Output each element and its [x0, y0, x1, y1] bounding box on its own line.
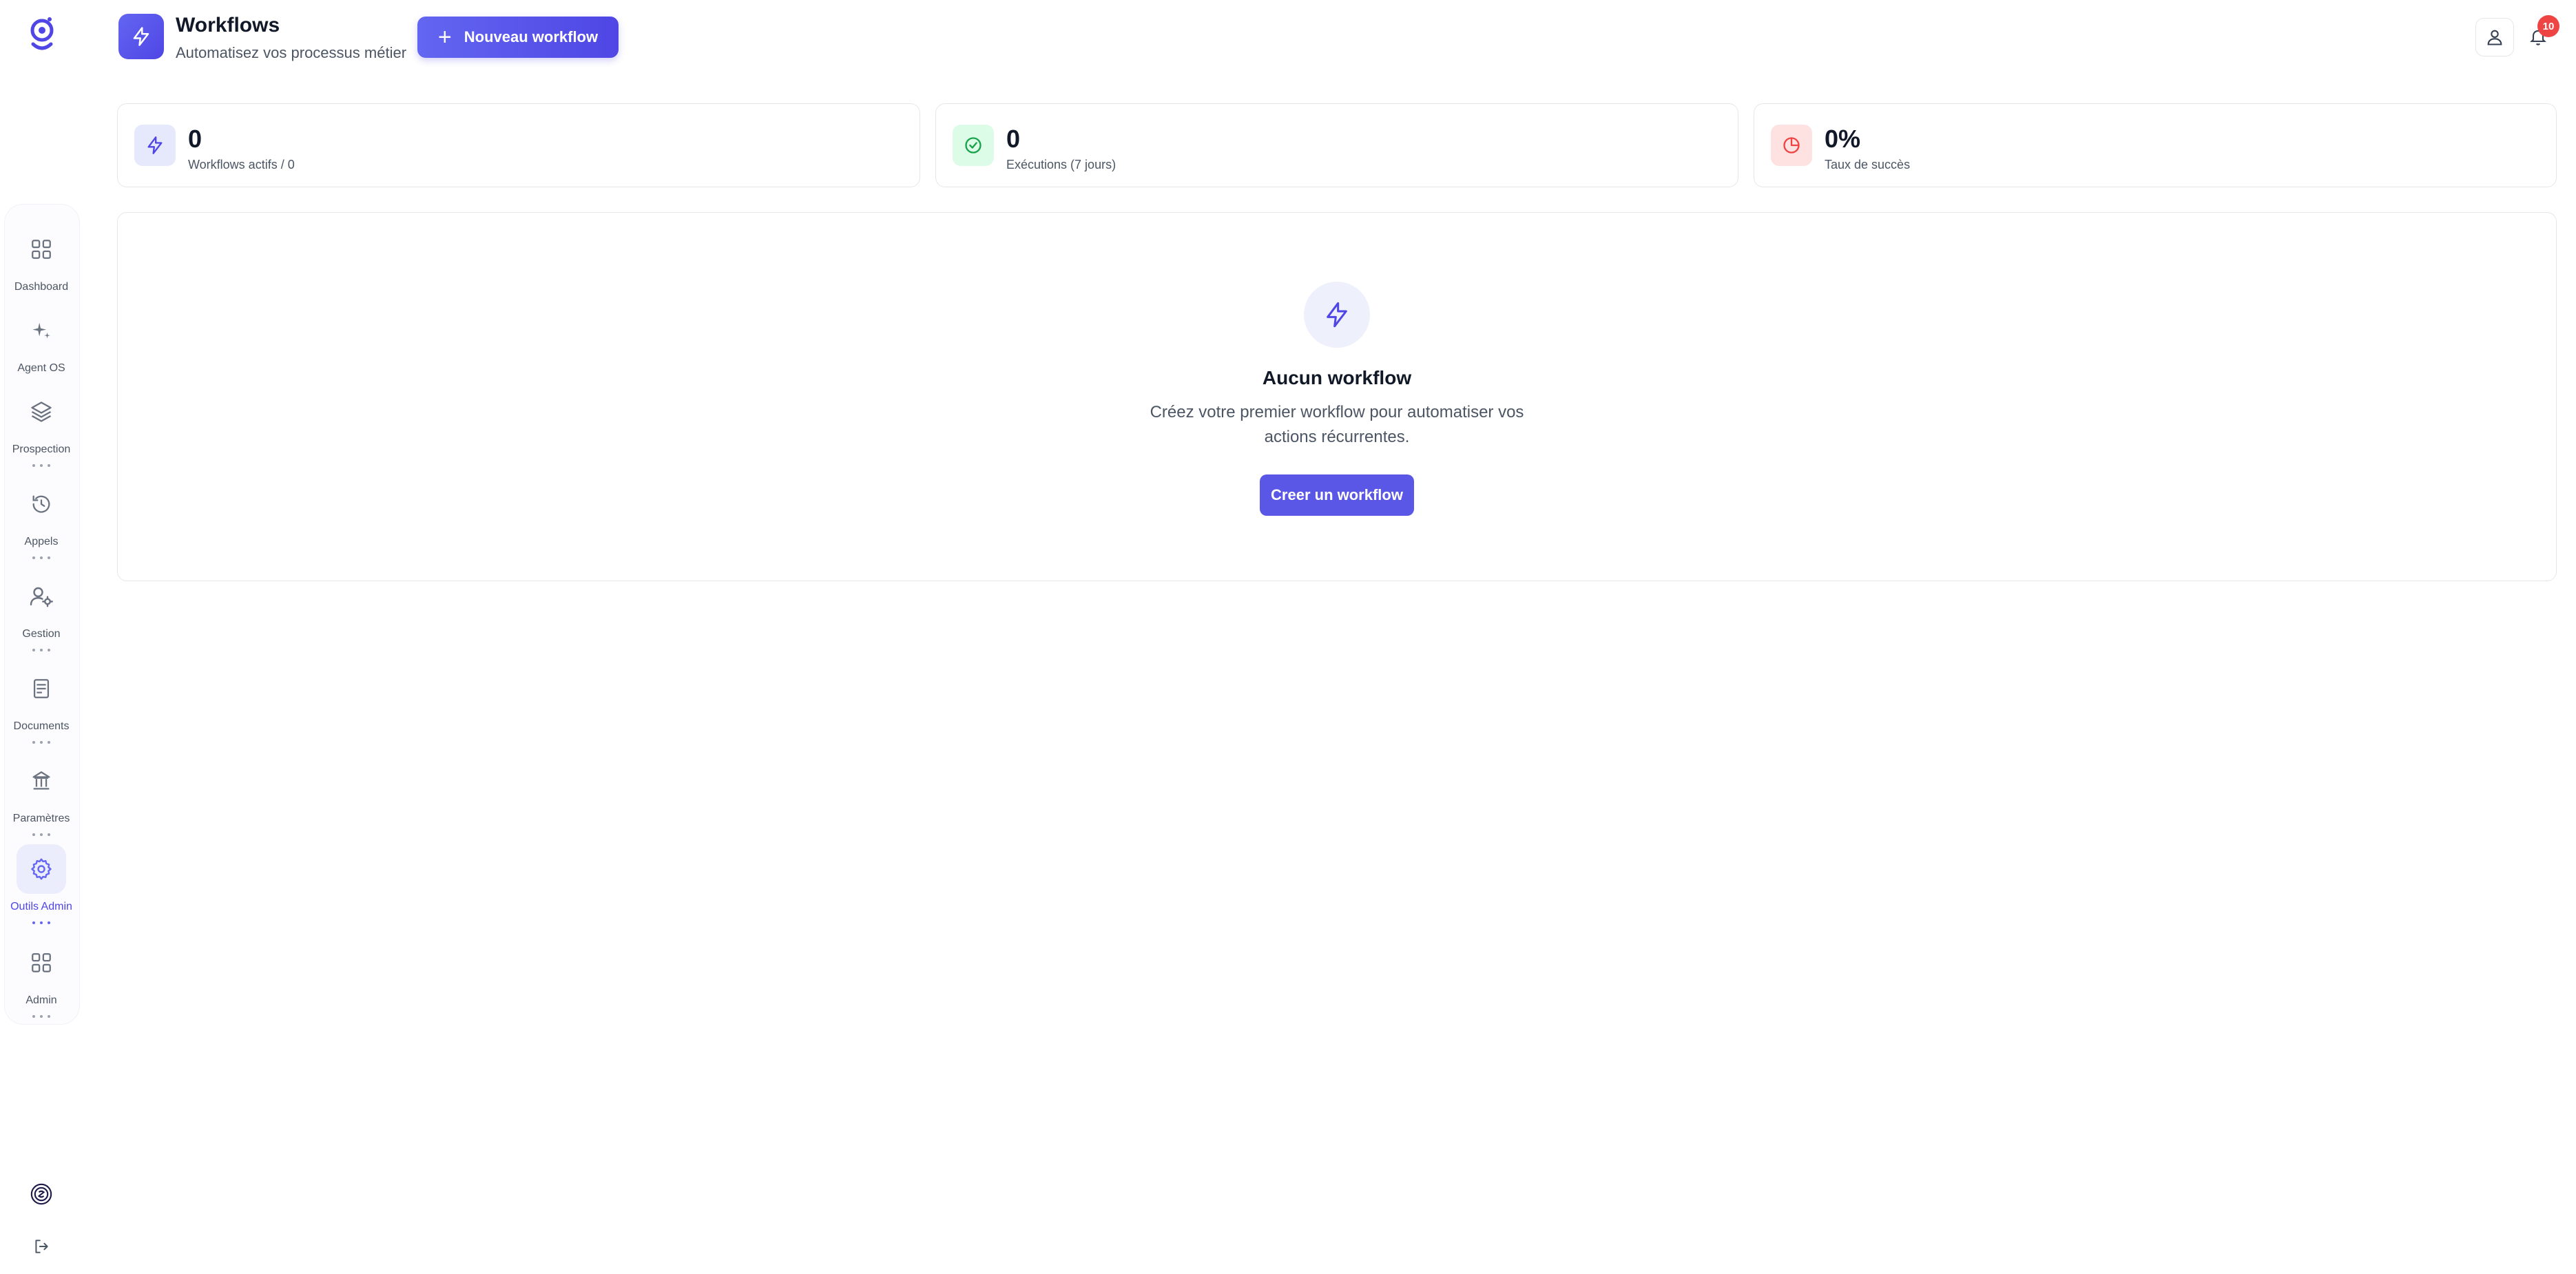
- document-icon: [17, 664, 66, 713]
- more-dots-icon: [32, 1015, 50, 1019]
- history-icon: [17, 479, 66, 529]
- stat-value: 0: [188, 125, 202, 153]
- bank-icon: [17, 756, 66, 806]
- app-logo[interactable]: [25, 14, 59, 55]
- plus-icon: +: [437, 24, 452, 50]
- sidebar-item-label: Documents: [13, 720, 70, 732]
- sidebar-item-label: Agent OS: [17, 362, 65, 374]
- notification-count-badge: 10: [2537, 15, 2559, 37]
- new-workflow-button[interactable]: + Nouveau workflow: [417, 17, 619, 58]
- sidebar-item-label: Outils Admin: [10, 901, 72, 912]
- sidebar-item-parametres[interactable]: Paramètres: [0, 756, 83, 839]
- sidebar-item-prospection[interactable]: Prospection: [0, 387, 83, 470]
- stat-label: Exécutions (7 jours): [1006, 158, 1116, 171]
- stat-label: Taux de succès: [1825, 158, 1911, 171]
- create-workflow-button[interactable]: Creer un workflow: [1260, 474, 1414, 516]
- more-dots-icon: [32, 556, 50, 561]
- sidebar-item-appels[interactable]: Appels: [0, 479, 83, 562]
- workflows-icon: [118, 14, 164, 59]
- sidebar-item-dashboard[interactable]: Dashboard: [0, 224, 83, 307]
- more-dots-icon: [32, 921, 50, 926]
- sidebar-item-documents[interactable]: Documents: [0, 664, 83, 746]
- company-seal-icon[interactable]: [29, 1182, 54, 1207]
- sidebar-item-gestion[interactable]: Gestion: [0, 572, 83, 654]
- user-cog-icon: [17, 572, 66, 621]
- page-subtitle: Automatisez vos processus métier: [176, 44, 407, 61]
- sidebar-item-outils-admin[interactable]: Outils Admin: [0, 844, 83, 927]
- stat-label: Workflows actifs / 0: [188, 158, 295, 171]
- sidebar-item-label: Paramètres: [12, 813, 70, 824]
- empty-state-title: Aucun workflow: [1262, 367, 1412, 388]
- more-dots-icon: [32, 649, 50, 653]
- sidebar-item-label: Admin: [25, 994, 57, 1006]
- pie-chart-icon: [1771, 125, 1812, 166]
- stat-card-success-rate: 0% Taux de succès: [1754, 103, 2557, 187]
- lightning-icon: [134, 125, 176, 166]
- more-dots-icon: [32, 464, 50, 468]
- check-circle-icon: [953, 125, 994, 166]
- empty-state-description: Créez votre premier workflow pour automa…: [1150, 403, 1524, 446]
- page-title: Workflows: [176, 14, 280, 36]
- layers-icon: [17, 387, 66, 437]
- stat-value: 0: [1006, 125, 1021, 153]
- stat-card-active-workflows: 0 Workflows actifs / 0: [117, 103, 920, 187]
- more-dots-icon: [32, 741, 50, 745]
- sidebar-item-agent-os[interactable]: Agent OS: [0, 306, 83, 388]
- lightning-icon: [1304, 282, 1370, 348]
- sparkle-icon: [17, 306, 66, 355]
- user-profile-button[interactable]: [2475, 18, 2514, 56]
- new-workflow-label: Nouveau workflow: [464, 28, 599, 45]
- more-dots-icon: [32, 833, 50, 837]
- sidebar: Dashboard Agent OS Prospection Appels Ge…: [0, 0, 83, 1274]
- sidebar-item-label: Prospection: [12, 443, 71, 455]
- sidebar-item-admin[interactable]: Admin: [0, 938, 83, 1021]
- sidebar-item-label: Gestion: [22, 628, 61, 640]
- sidebar-item-label: Dashboard: [14, 281, 69, 293]
- logout-icon[interactable]: [29, 1234, 54, 1259]
- workflows-empty-state: Aucun workflow Créez votre premier workf…: [117, 212, 2557, 581]
- grid-icon: [17, 938, 66, 988]
- stat-value: 0%: [1825, 125, 1861, 153]
- gear-icon: [17, 844, 66, 894]
- grid-icon: [17, 224, 66, 274]
- stat-card-executions: 0 Exécutions (7 jours): [935, 103, 1738, 187]
- user-icon: [2487, 30, 2502, 45]
- sidebar-item-label: Appels: [24, 536, 59, 547]
